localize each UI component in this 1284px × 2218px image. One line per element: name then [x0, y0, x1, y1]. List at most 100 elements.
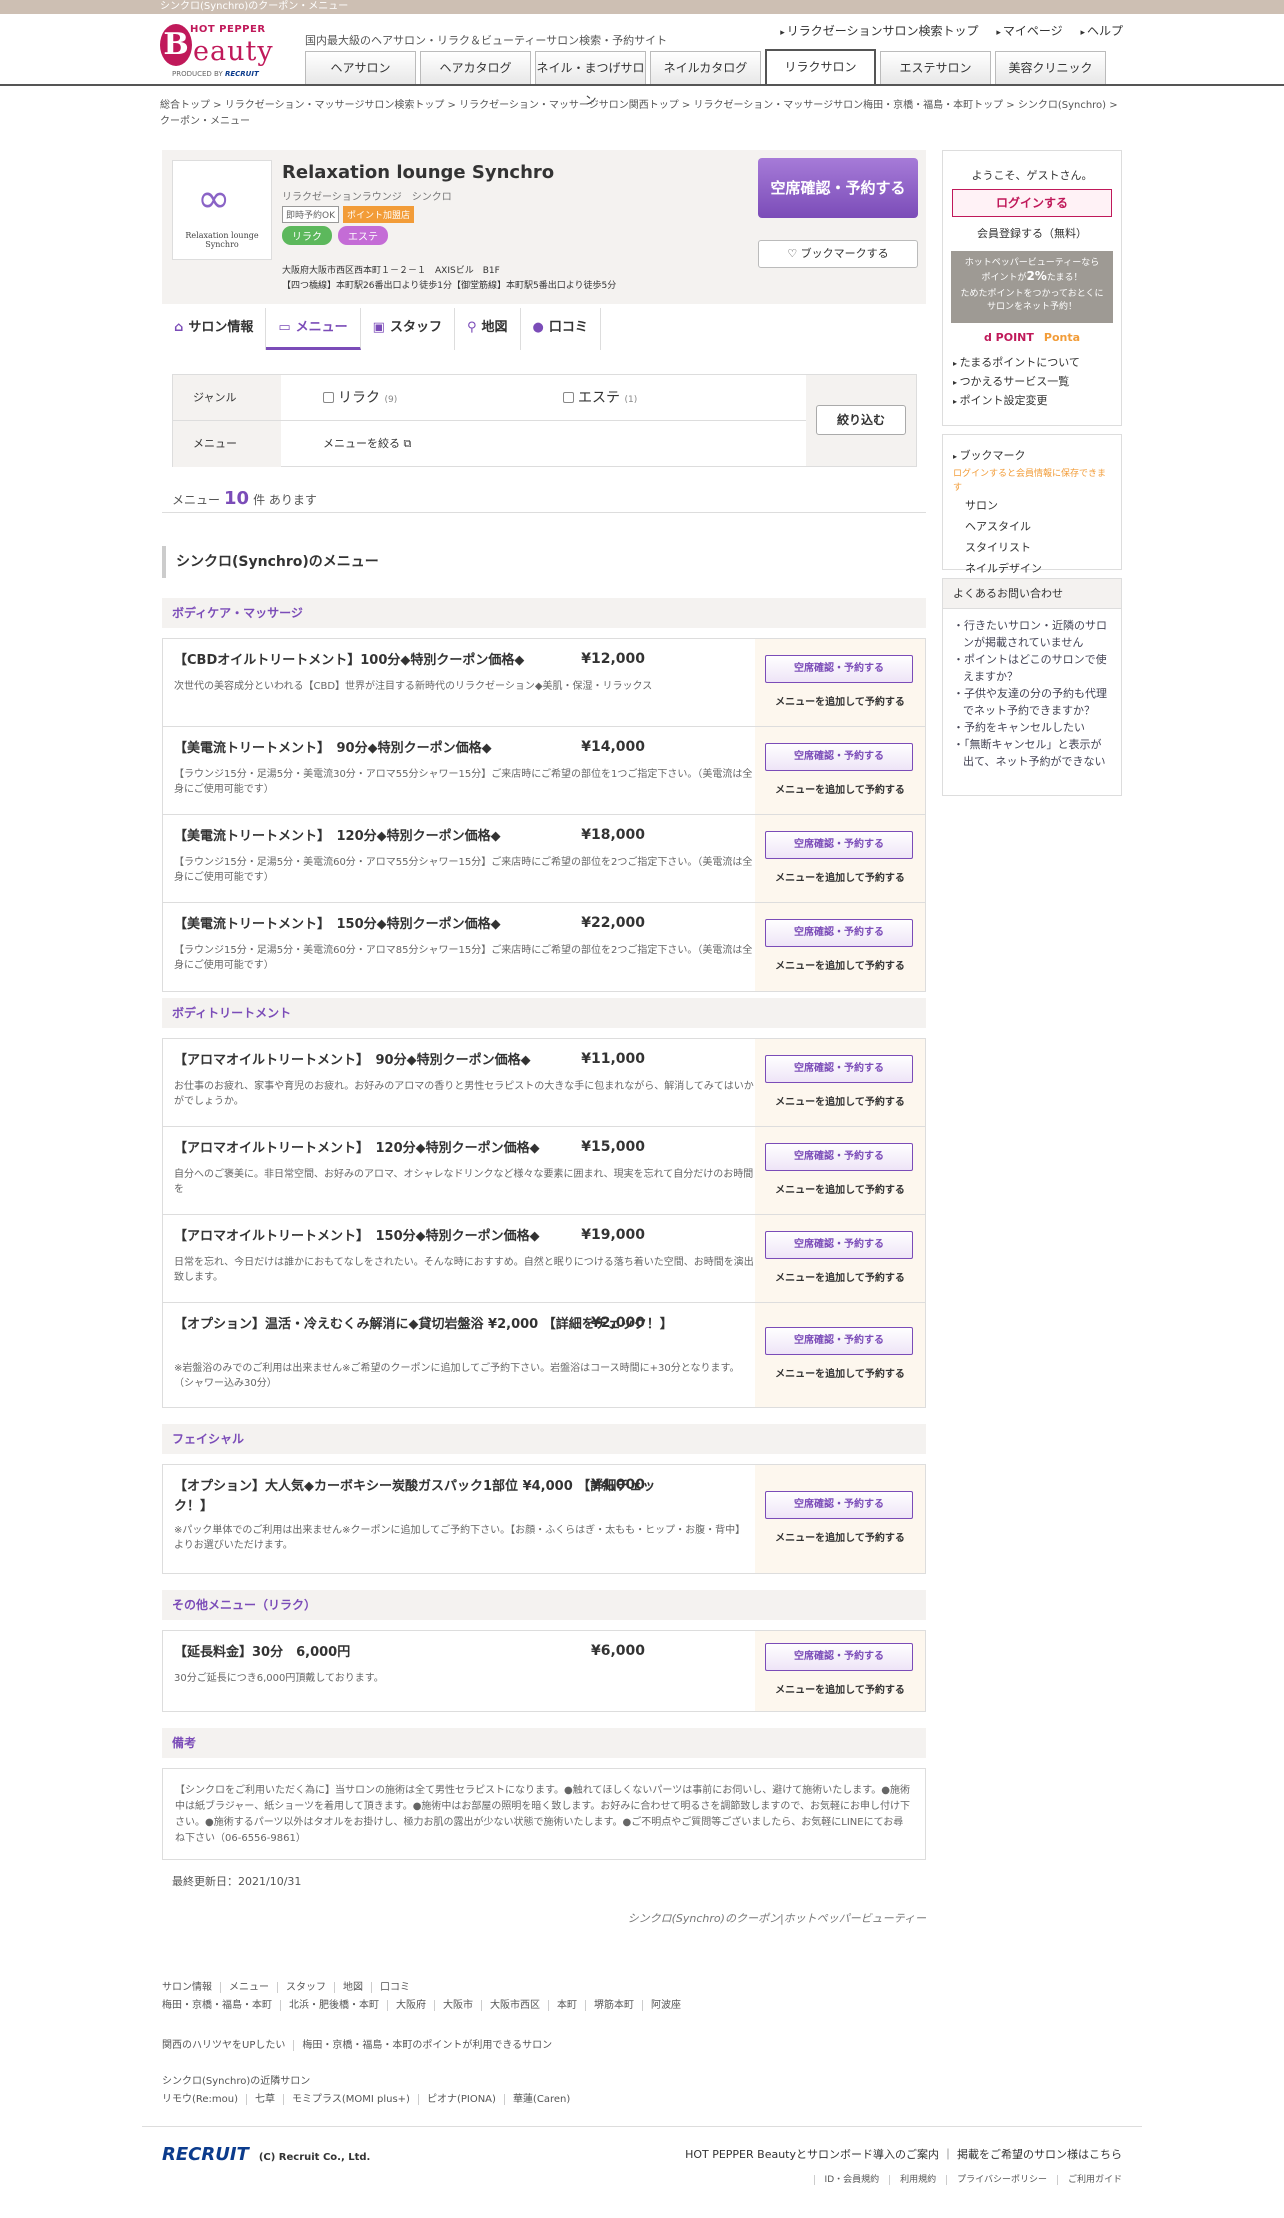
menu-reserve-button[interactable]: 空席確認・予約する [765, 831, 913, 859]
bookmark-item[interactable]: サロン [953, 495, 1111, 516]
footer-link[interactable]: 阿波座 [651, 2000, 689, 2011]
nearby-salon-link[interactable]: モミプラス(MOMI plus+) [292, 2094, 419, 2105]
footer-link[interactable]: ID・会員規約 [813, 2175, 880, 2185]
menu-reserve-button[interactable]: 空席確認・予約する [765, 1055, 913, 1083]
menu-reserve-button[interactable]: 空席確認・予約する [765, 1643, 913, 1671]
footer-link[interactable]: メニュー [229, 1982, 278, 1993]
subtab-reviews[interactable]: ● 口コミ [521, 308, 601, 350]
menu-reserve-button[interactable]: 空席確認・予約する [765, 919, 913, 947]
footer-link[interactable]: 関西のハリツヤをUPしたい [162, 2040, 295, 2051]
menu-item-price: ¥11,000 [581, 1051, 645, 1067]
footer-link[interactable]: 口コミ [380, 1982, 418, 1993]
footer-link[interactable]: 梅田・京橋・福島・本町のポイントが利用できるサロン [302, 2040, 560, 2051]
reserve-button[interactable]: 空席確認・予約する [758, 158, 918, 218]
menu-add-reserve-link[interactable]: メニューを追加して予約する [755, 693, 925, 708]
subtab-map[interactable]: ⚲ 地図 [455, 308, 521, 350]
point-member-badge: ポイント加盟店 [343, 206, 415, 223]
menu-item: 【オプション】大人気◆カーボキシー炭酸ガスパック1部位 ¥4,000 【詳細チェ… [163, 1465, 925, 1573]
tab-nail-catalog[interactable]: ネイルカタログ [650, 51, 761, 84]
faq-item[interactable]: ポイントはどこのサロンで使えますか？ [953, 651, 1111, 685]
footer-link[interactable]: スタッフ [286, 1982, 335, 1993]
bookmark-item[interactable]: ネイルデザイン [953, 558, 1111, 579]
faq-item[interactable]: 子供や友達の分の予約も代理でネット予約できますか？ [953, 685, 1111, 719]
nearby-salon-link[interactable]: 七草 [255, 2094, 285, 2105]
nearby-salon-link[interactable]: 華蓮(Caren) [513, 2094, 578, 2105]
footer-link[interactable]: 堺筋本町 [594, 2000, 643, 2011]
point-promo[interactable]: ホットペッパービューティーなら ポイントが2%たまる！ ためたポイントをつかって… [951, 251, 1113, 323]
footer-link[interactable]: 本町 [557, 2000, 586, 2011]
top-link-mypage[interactable]: マイページ [996, 24, 1062, 38]
menu-add-reserve-link[interactable]: メニューを追加して予約する [755, 1529, 925, 1544]
point-link[interactable]: たまるポイントについて [953, 354, 1121, 373]
subtab-menu[interactable]: ▭ メニュー [266, 308, 361, 350]
menu-item-description: ※パック単体でのご利用は出来ません※クーポンに追加してご予約下さい。【お顔・ふく… [174, 1525, 746, 1551]
bookmark-item[interactable]: ヘアスタイル [953, 516, 1111, 537]
tab-hair-catalog[interactable]: ヘアカタログ [420, 51, 531, 84]
faq-item[interactable]: 「無断キャンセル」と表示が出て、ネット予約ができない [953, 736, 1111, 770]
faq-item[interactable]: 行きたいサロン・近隣のサロンが掲載されていません [953, 617, 1111, 651]
menu-reserve-button[interactable]: 空席確認・予約する [765, 1231, 913, 1259]
register-link[interactable]: 会員登録する（無料） [943, 225, 1121, 241]
footer-link[interactable]: 大阪府 [396, 2000, 435, 2011]
site-logo[interactable]: B HOT PEPPER eauty PRODUCED BY RECRUIT [160, 22, 282, 80]
menu-reserve-button[interactable]: 空席確認・予約する [765, 1143, 913, 1171]
footer-link[interactable]: 梅田・京橋・福島・本町 [162, 2000, 281, 2011]
tab-esthe-salon[interactable]: エステサロン [880, 51, 991, 84]
menu-reserve-button[interactable]: 空席確認・予約する [765, 655, 913, 683]
filter-relax-checkbox[interactable]: リラク (9) [323, 375, 397, 423]
bookmark-title[interactable]: ブックマーク [953, 445, 1111, 467]
menu-add-reserve-link[interactable]: メニューを追加して予約する [755, 1681, 925, 1696]
breadcrumb-item[interactable]: リラクゼーション・マッサージサロン梅田・京橋・福島・本町トップ [693, 100, 1017, 111]
menu-reserve-button[interactable]: 空席確認・予約する [765, 1491, 913, 1519]
point-link[interactable]: ポイント設定変更 [953, 392, 1121, 411]
menu-add-reserve-link[interactable]: メニューを追加して予約する [755, 1365, 925, 1380]
breadcrumb-item[interactable]: シンクロ(Synchro) [1018, 100, 1118, 111]
bookmark-button[interactable]: ♡ ブックマークする [758, 240, 918, 268]
breadcrumb-item[interactable]: リラクゼーション・マッサージサロン検索トップ [225, 100, 459, 111]
footer-link[interactable]: サロン情報 [162, 1982, 221, 1993]
subtab-staff[interactable]: ▣ スタッフ [361, 308, 455, 350]
tab-nail-eyelash[interactable]: ネイル・まつげサロン [535, 51, 646, 107]
breadcrumb-item[interactable]: リラクゼーション・マッサージサロン関西トップ [459, 100, 693, 111]
filter-submit-button[interactable]: 絞り込む [816, 405, 906, 435]
menu-add-reserve-link[interactable]: メニューを追加して予約する [755, 957, 925, 972]
filter-menu-label: メニュー [173, 421, 281, 467]
tab-relax-salon[interactable]: リラクサロン [765, 49, 876, 84]
footer-link[interactable]: 北浜・肥後橋・本町 [289, 2000, 388, 2011]
menu-add-reserve-link[interactable]: メニューを追加して予約する [755, 1181, 925, 1196]
menu-add-reserve-link[interactable]: メニューを追加して予約する [755, 781, 925, 796]
top-link-help[interactable]: ヘルプ [1080, 24, 1123, 38]
nearby-salon-link[interactable]: リモウ(Re:mou) [162, 2094, 248, 2105]
footer-link[interactable]: 大阪市西区 [490, 2000, 549, 2011]
footer-link[interactable]: 大阪市 [443, 2000, 482, 2011]
breadcrumb-item[interactable]: 総合トップ [160, 100, 225, 111]
footer-link[interactable]: ご利用ガイド [1056, 2175, 1122, 2185]
salon-header: ∞ Relaxation lounge Synchro Relaxation l… [162, 150, 926, 304]
tab-beauty-clinic[interactable]: 美容クリニック [995, 51, 1106, 84]
tab-hair-salon[interactable]: ヘアサロン [305, 51, 416, 84]
menu-add-reserve-link[interactable]: メニューを追加して予約する [755, 1269, 925, 1284]
footer-link[interactable]: 掲載をご希望のサロン様はこちら [957, 2148, 1122, 2161]
footer-link[interactable]: プライバシーポリシー [946, 2175, 1047, 2185]
point-link[interactable]: つかえるサービス一覧 [953, 373, 1121, 392]
footer-link[interactable]: 利用規約 [889, 2175, 937, 2185]
menu-add-reserve-link[interactable]: メニューを追加して予約する [755, 1093, 925, 1108]
menu-reserve-button[interactable]: 空席確認・予約する [765, 743, 913, 771]
login-button[interactable]: ログインする [952, 189, 1112, 217]
nearby-salon-link[interactable]: ピオナ(PIONA) [426, 2094, 505, 2105]
filter-menu-link[interactable]: メニューを絞る ⧉ [323, 421, 411, 467]
filter-esthe-checkbox[interactable]: エステ (1) [563, 375, 637, 423]
top-link-relax-search[interactable]: リラクゼーションサロン検索トップ [780, 24, 978, 38]
menu-item: 【アロマオイルトリートメント】 150分◆特別クーポン価格◆ ¥19,000 日常を… [163, 1215, 925, 1303]
footer-link[interactable]: HOT PEPPER Beautyとサロンボード導入のご案内 [685, 2148, 939, 2161]
ponta-logo: Ponta [1043, 331, 1081, 344]
last-updated: 最終更新日：2021/10/31 [172, 1875, 302, 1888]
menu-group-heading: ボディトリートメント [162, 998, 926, 1028]
menu-add-reserve-link[interactable]: メニューを追加して予約する [755, 869, 925, 884]
subtab-salon-info[interactable]: ⌂ サロン情報 [162, 308, 267, 350]
bookmark-item[interactable]: スタイリスト [953, 537, 1111, 558]
welcome-box: ようこそ、ゲストさん。 ログインする 会員登録する（無料） ホットペッパービュー… [942, 150, 1122, 426]
faq-item[interactable]: 予約をキャンセルしたい [953, 719, 1111, 736]
footer-link[interactable]: 地図 [343, 1982, 372, 1993]
menu-reserve-button[interactable]: 空席確認・予約する [765, 1327, 913, 1355]
